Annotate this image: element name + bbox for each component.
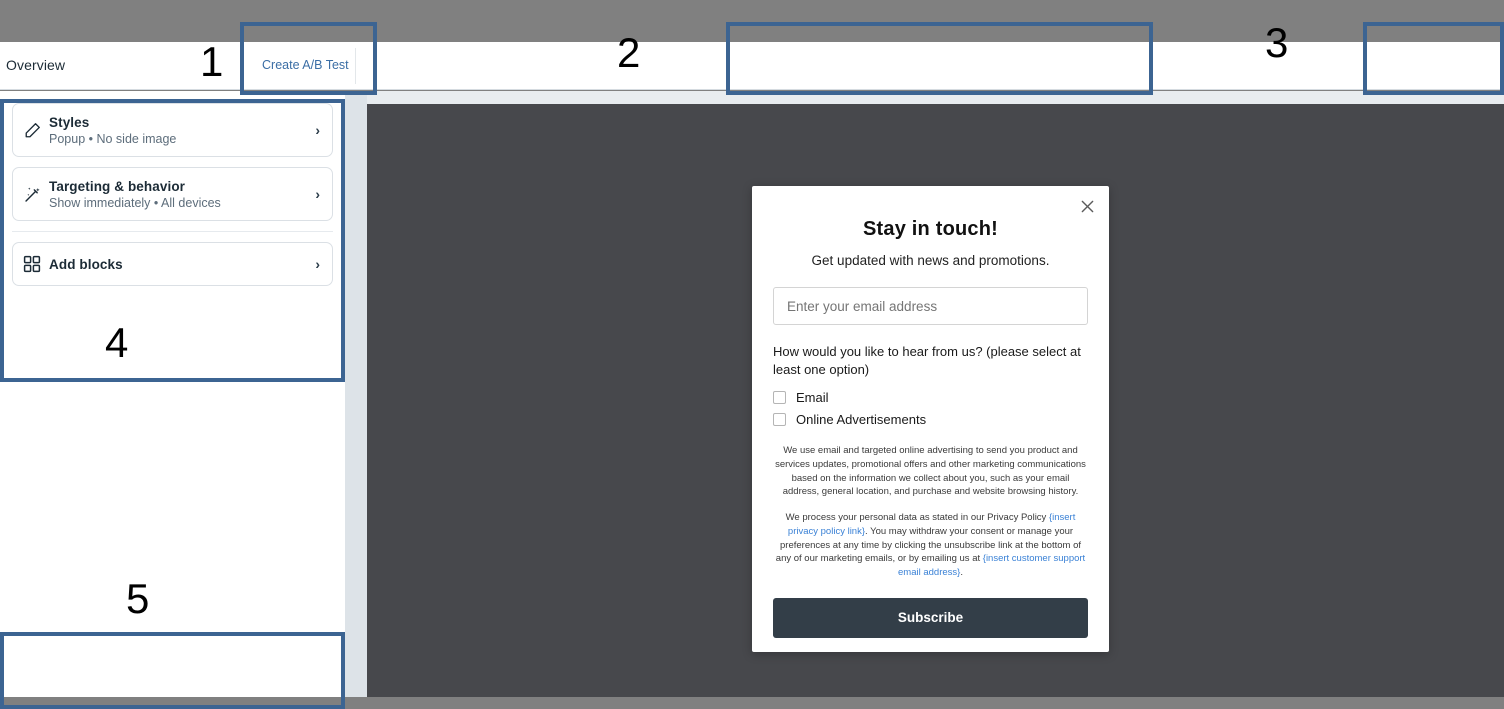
page-title: Overview	[6, 57, 66, 73]
sidebar-title-add-blocks: Add blocks	[49, 256, 123, 272]
sidebar-title-styles: Styles	[49, 114, 90, 130]
magic-wand-icon	[23, 185, 49, 204]
sidebar-subtitle-styles: Popup • No side image	[49, 131, 177, 146]
bottom-gray-strip	[0, 697, 1504, 709]
sidebar-divider	[12, 231, 333, 232]
email-input[interactable]	[773, 287, 1088, 325]
checkbox-online-advertisements[interactable]	[773, 413, 786, 427]
app-root: Overview Create A/B Test Teaser Email Op…	[0, 0, 1504, 709]
sidebar-title-targeting: Targeting & behavior	[49, 178, 186, 194]
chevron-right-icon: ›	[315, 186, 320, 202]
grid-blocks-icon	[23, 255, 49, 273]
legal-paragraph-1: We use email and targeted online adverti…	[775, 445, 1086, 498]
popup-question-label: How would you like to hear from us? (ple…	[773, 344, 1081, 377]
left-sidebar: Styles Popup • No side image › Targeting…	[0, 91, 345, 709]
top-gray-strip	[0, 0, 1504, 42]
legal-paragraph-2: We process your personal data as stated …	[773, 511, 1088, 580]
legal-2-text-3: .	[960, 567, 963, 579]
chevron-right-icon: ›	[315, 256, 320, 272]
app-header: Overview Create A/B Test Teaser Email Op…	[0, 42, 1504, 120]
chevron-right-icon: ›	[315, 122, 320, 138]
popup-preview: Stay in touch! Get updated with news and…	[752, 186, 1109, 652]
legal-2-text-1: We process your personal data as stated …	[785, 512, 1049, 524]
preview-canvas: Stay in touch! Get updated with news and…	[367, 104, 1504, 697]
checkbox-email[interactable]	[773, 391, 786, 405]
sidebar-subtitle-targeting: Show immediately • All devices	[49, 195, 221, 210]
sidebar-item-targeting-behavior[interactable]: Targeting & behavior Show immediately • …	[12, 167, 333, 221]
sidebar-item-add-blocks[interactable]: Add blocks ›	[12, 242, 333, 286]
popup-subheading: Get updated with news and promotions.	[811, 253, 1050, 268]
header-divider-left	[241, 48, 242, 84]
header-divider-right	[355, 48, 356, 84]
canvas-top-edge	[367, 91, 1504, 104]
checkbox-label-online-advertisements: Online Advertisements	[796, 412, 927, 428]
subscribe-button[interactable]: Subscribe	[773, 597, 1088, 638]
sidebar-item-styles[interactable]: Styles Popup • No side image ›	[12, 103, 333, 157]
create-ab-test-link[interactable]: Create A/B Test	[262, 58, 349, 72]
pencil-icon	[23, 121, 49, 140]
sidebar-canvas-gutter	[345, 91, 367, 697]
close-icon[interactable]	[1077, 196, 1097, 216]
checkbox-row-email[interactable]: Email	[773, 390, 1088, 405]
popup-heading: Stay in touch!	[862, 218, 999, 240]
checkbox-row-online-advertisements[interactable]: Online Advertisements	[773, 412, 1088, 427]
checkbox-label-email: Email	[796, 390, 829, 406]
